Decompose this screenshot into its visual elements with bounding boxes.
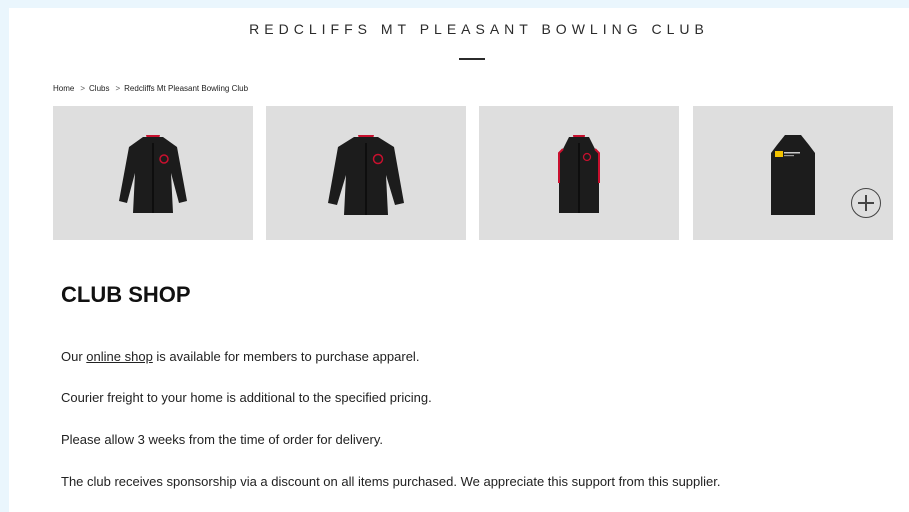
plus-circle-icon[interactable]: [851, 188, 881, 218]
breadcrumb-current: Redcliffs Mt Pleasant Bowling Club: [124, 84, 249, 93]
title-divider: [459, 58, 485, 60]
breadcrumb-home[interactable]: Home: [53, 84, 74, 93]
product-thumb-vest-back[interactable]: [693, 106, 893, 240]
vest-back-image: [771, 135, 815, 215]
breadcrumb-clubs[interactable]: Clubs: [89, 84, 109, 93]
paragraph-text: Our: [61, 349, 87, 364]
paragraph-delivery: Please allow 3 weeks from the time of or…: [61, 432, 384, 447]
paragraph-sponsorship: The club receives sponsorship via a disc…: [61, 474, 721, 489]
paragraph-text: is available for members to purchase app…: [152, 349, 420, 364]
product-gallery: [53, 106, 893, 240]
breadcrumb-separator: >: [115, 84, 121, 93]
product-thumb-vest[interactable]: [479, 106, 679, 240]
vest-image: [558, 135, 600, 213]
breadcrumb-separator: >: [80, 84, 86, 93]
page: REDCLIFFS MT PLEASANT BOWLING CLUB Home …: [9, 8, 909, 512]
paragraph-courier: Courier freight to your home is addition…: [61, 390, 432, 405]
section-heading: CLUB SHOP: [61, 282, 191, 307]
jacket-image: [119, 135, 187, 213]
online-shop-link[interactable]: online shop: [86, 349, 153, 364]
paragraph-online-shop: Our online shop is available for members…: [61, 349, 419, 364]
breadcrumb: Home > Clubs > Redcliffs Mt Pleasant Bow…: [53, 84, 248, 93]
product-thumb-womens-jacket[interactable]: [53, 106, 253, 240]
site-title: REDCLIFFS MT PLEASANT BOWLING CLUB: [249, 21, 709, 37]
product-thumb-mens-jacket[interactable]: [266, 106, 466, 240]
jacket-image: [328, 135, 404, 215]
